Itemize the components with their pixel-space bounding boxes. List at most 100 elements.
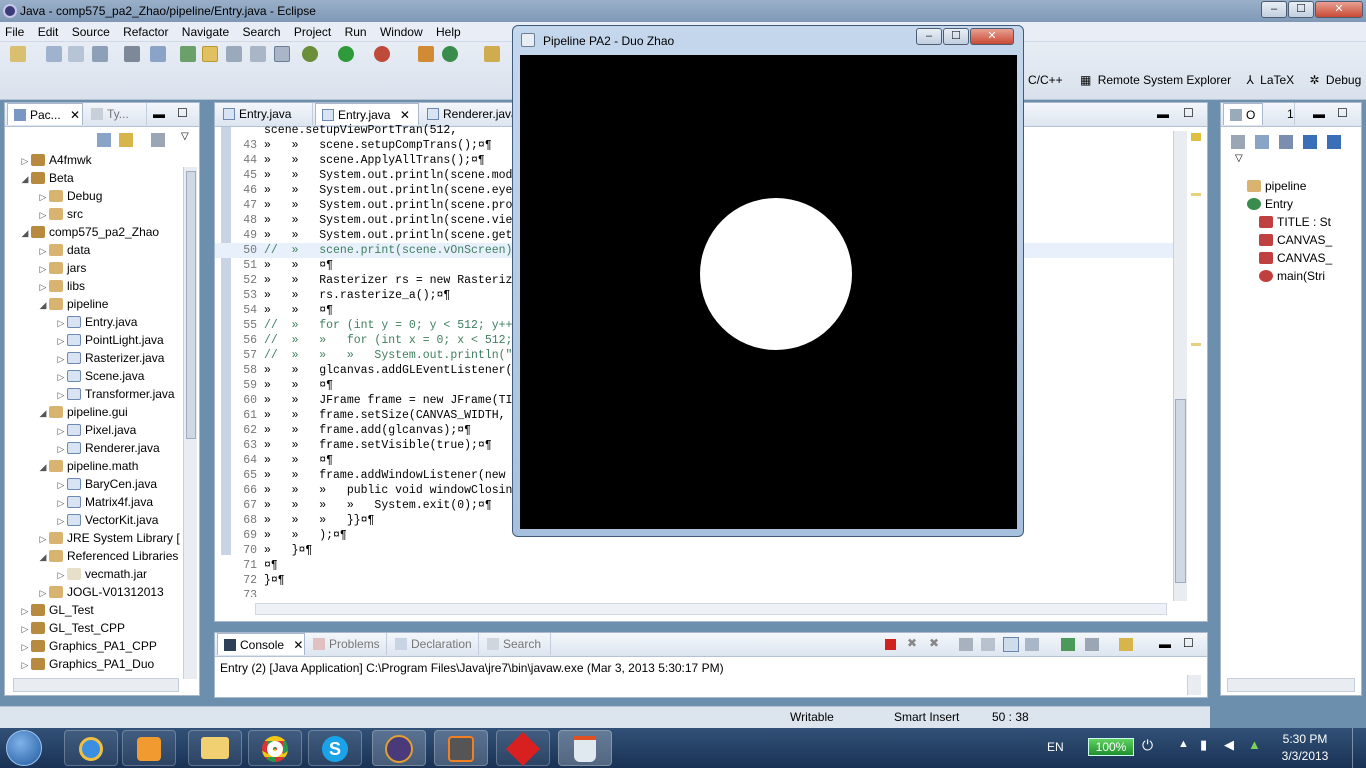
expand-arrow-icon[interactable]: ▷ bbox=[55, 332, 67, 350]
pin-console-icon[interactable] bbox=[1025, 638, 1039, 651]
show-hidden-icons-icon[interactable]: ▲ bbox=[1178, 738, 1189, 750]
clock[interactable]: 5:30 PM 3/3/2013 bbox=[1270, 732, 1340, 763]
code-line[interactable]: 72}¤¶ bbox=[219, 573, 1169, 588]
remove-all-icon[interactable]: ✖ bbox=[929, 636, 939, 650]
tab-outline-2[interactable]: 1 bbox=[1265, 103, 1295, 125]
expand-arrow-icon[interactable]: ▷ bbox=[37, 530, 49, 548]
perspective-latex[interactable]: LaTeX bbox=[1260, 73, 1294, 87]
new-console-icon[interactable] bbox=[1119, 638, 1133, 651]
expand-arrow-icon[interactable]: ▷ bbox=[55, 368, 67, 386]
close-icon[interactable]: ✕ bbox=[70, 108, 80, 122]
outline-item[interactable]: CANVAS_ bbox=[1259, 249, 1332, 267]
tab-entry-java-2[interactable]: Entry.java ✕ bbox=[315, 103, 419, 125]
outline-tool-icon[interactable] bbox=[1279, 135, 1293, 149]
outline-tool-icon[interactable] bbox=[1303, 135, 1317, 149]
tree-item[interactable]: ▷ Rasterizer.java bbox=[55, 349, 165, 368]
external-tools-icon[interactable] bbox=[374, 46, 390, 62]
expand-arrow-icon[interactable]: ▷ bbox=[37, 188, 49, 206]
tree-item[interactable]: ▷ Transformer.java bbox=[55, 385, 175, 403]
show-desktop-button[interactable] bbox=[1352, 728, 1364, 768]
open-console-icon[interactable] bbox=[1085, 638, 1099, 651]
maximize-view-icon[interactable]: ☐ bbox=[1183, 106, 1194, 120]
display-console-icon[interactable] bbox=[1061, 638, 1075, 651]
tree-scroll-thumb[interactable] bbox=[186, 171, 196, 439]
tab-problems[interactable]: Problems bbox=[307, 633, 387, 655]
collapse-arrow-icon[interactable]: ◢ bbox=[19, 170, 31, 188]
tree-item[interactable]: ▷ vecmath.jar bbox=[55, 565, 148, 583]
ie-taskbar-icon[interactable] bbox=[64, 730, 118, 766]
view-dropdown-icon[interactable]: ▽ bbox=[1235, 153, 1243, 164]
expand-arrow-icon[interactable]: ▷ bbox=[19, 638, 31, 656]
tab-type-hierarchy[interactable]: Ty... bbox=[85, 103, 147, 125]
perspective-debug[interactable]: Debug bbox=[1326, 73, 1361, 87]
outline-tool-icon[interactable] bbox=[1255, 135, 1269, 149]
maximize-button[interactable]: ☐ bbox=[1288, 1, 1314, 18]
expand-arrow-icon[interactable]: ▷ bbox=[19, 656, 31, 674]
tree-item[interactable]: ◢ Beta bbox=[19, 169, 74, 187]
outline-item[interactable]: TITLE : St bbox=[1259, 213, 1331, 231]
outline-hscrollbar[interactable] bbox=[1227, 678, 1355, 692]
expand-arrow-icon[interactable]: ▷ bbox=[55, 350, 67, 368]
menu-navigate[interactable]: Navigate bbox=[177, 22, 234, 39]
tree-item[interactable]: ◢ pipeline bbox=[37, 295, 109, 314]
tree-item[interactable]: ▷ PointLight.java bbox=[55, 331, 164, 349]
gl-canvas[interactable] bbox=[520, 55, 1017, 529]
console-scrollbar[interactable] bbox=[1187, 675, 1201, 695]
tab-search[interactable]: Search bbox=[481, 633, 551, 655]
expand-arrow-icon[interactable]: ▷ bbox=[37, 584, 49, 602]
new-java-project-icon[interactable] bbox=[180, 46, 196, 62]
pipeline-minimize-button[interactable]: – bbox=[916, 28, 942, 45]
tree-item[interactable]: ◢ pipeline.gui bbox=[37, 403, 128, 421]
editor-scrollbar[interactable] bbox=[1173, 131, 1187, 601]
volume-icon[interactable]: ◀ bbox=[1224, 737, 1234, 753]
network-icon[interactable]: ▮ bbox=[1200, 737, 1207, 753]
tree-item[interactable]: ◢ Referenced Libraries bbox=[37, 547, 179, 566]
menu-edit[interactable]: Edit bbox=[33, 22, 64, 39]
skype-taskbar-icon[interactable]: S bbox=[308, 730, 362, 766]
expand-arrow-icon[interactable]: ▷ bbox=[19, 152, 31, 170]
minimize-view-icon[interactable]: ▬ bbox=[1313, 107, 1325, 121]
tree-scrollbar[interactable] bbox=[183, 167, 197, 679]
sublime-taskbar-icon[interactable] bbox=[434, 730, 488, 766]
expand-arrow-icon[interactable]: ▷ bbox=[19, 602, 31, 620]
tree-item[interactable]: ▷ A4fmwk bbox=[19, 151, 92, 169]
minimize-view-icon[interactable]: ▬ bbox=[1157, 107, 1169, 121]
start-button[interactable] bbox=[6, 730, 42, 766]
maximize-view-icon[interactable]: ☐ bbox=[177, 106, 188, 120]
drive-icon[interactable]: ▲ bbox=[1248, 737, 1261, 752]
expand-arrow-icon[interactable]: ▷ bbox=[19, 620, 31, 638]
tree-item[interactable]: ▷ Entry.java bbox=[55, 313, 138, 331]
maximize-view-icon[interactable]: ☐ bbox=[1183, 636, 1194, 650]
tree-hscrollbar[interactable] bbox=[13, 678, 179, 692]
tree-item[interactable]: ▷ Graphics_PA1_Duo bbox=[19, 655, 155, 674]
scroll-lock-icon[interactable] bbox=[981, 638, 995, 651]
tree-item[interactable]: ▷ GL_Test_CPP bbox=[19, 619, 126, 638]
outline-tool-icon[interactable] bbox=[1231, 135, 1245, 149]
show-console-icon[interactable] bbox=[1003, 637, 1019, 652]
collapse-arrow-icon[interactable]: ◢ bbox=[19, 224, 31, 242]
eclipse-javaee-taskbar-icon[interactable] bbox=[372, 730, 426, 766]
menu-run[interactable]: Run bbox=[340, 22, 372, 39]
expand-arrow-icon[interactable]: ▷ bbox=[55, 386, 67, 404]
tree-item[interactable]: ◢ pipeline.math bbox=[37, 457, 139, 475]
new-icon[interactable] bbox=[10, 46, 26, 62]
tree-item[interactable]: ▷ Pixel.java bbox=[55, 421, 137, 439]
collapse-arrow-icon[interactable]: ◢ bbox=[37, 296, 49, 314]
menu-project[interactable]: Project bbox=[289, 22, 336, 39]
expand-arrow-icon[interactable]: ▷ bbox=[37, 206, 49, 224]
chrome-taskbar-icon[interactable] bbox=[248, 730, 302, 766]
expand-arrow-icon[interactable]: ▷ bbox=[55, 476, 67, 494]
tree-item[interactable]: ▷ Scene.java bbox=[55, 367, 145, 386]
code-line[interactable]: 70 » }¤¶ bbox=[219, 543, 1169, 558]
collapse-arrow-icon[interactable]: ◢ bbox=[37, 548, 49, 566]
outline-item[interactable]: CANVAS_ bbox=[1259, 231, 1332, 249]
minimize-view-icon[interactable]: ▬ bbox=[153, 107, 165, 121]
close-icon[interactable]: ✕ bbox=[293, 638, 303, 652]
tree-item[interactable]: ▷ Matrix4f.java bbox=[55, 493, 154, 511]
menu-help[interactable]: Help bbox=[431, 22, 466, 39]
debug-icon[interactable] bbox=[302, 46, 318, 62]
tab-package-explorer[interactable]: Pac... ✕ bbox=[7, 103, 83, 125]
battery-indicator[interactable]: 100% bbox=[1088, 738, 1134, 756]
expand-arrow-icon[interactable]: ▷ bbox=[37, 278, 49, 296]
pipeline-close-button[interactable]: ✕ bbox=[970, 28, 1014, 45]
